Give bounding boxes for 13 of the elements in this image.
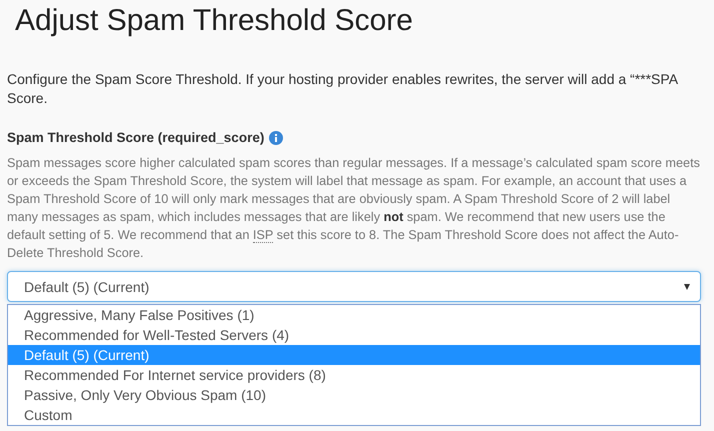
info-icon[interactable] — [269, 130, 284, 144]
intro-text: Score. — [7, 89, 48, 108]
dropdown-option[interactable]: Recommended For Internet service providers (8) — [8, 365, 700, 385]
dropdown-option[interactable]: Recommended for Well-Tested Servers (4) — [8, 325, 700, 345]
help-text: Spam messages score higher calculated spam scores than regular messages. If a message’s calculated spam score meets or exceeds the Spam Threshold Score, the system will label that message as spam. For example, an account that uses a Spam Threshold Score of 10 will only mark messages that are obviously spam. A Spam Threshold Score of 2 will label many messages as spam, which includes messages that are likely not spam. We recommend that new users use the default setting of 5. We recommend that an ISP set this score to 8. The Spam Threshold Score does not affect the Auto-Delete Threshold Score. — [7, 155, 701, 262]
page-title: Adjust Spam Threshold Score — [14, 3, 414, 36]
field-label: Spam Threshold Score (required_score) — [7, 130, 264, 145]
caret-icon — [684, 284, 690, 290]
dropdown-option[interactable]: Passive, Only Very Obvious Spam (10) — [8, 385, 700, 405]
intro-text: Configure the Spam Score Threshold. If your hosting provider enables rewrites, the server will add a “***SPA — [7, 70, 680, 89]
dropdown-option[interactable]: Aggressive, Many False Positives (1) — [8, 305, 700, 325]
dropdown-option[interactable]: Custom — [8, 405, 700, 425]
select-field[interactable]: Default (5) (Current) — [7, 271, 701, 302]
